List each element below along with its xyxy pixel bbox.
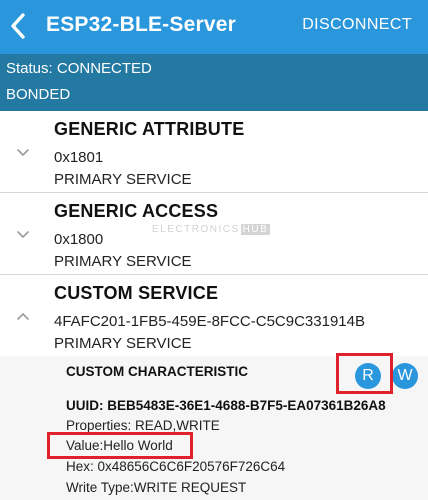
chevron-up-icon	[17, 312, 29, 320]
service-name: GENERIC ACCESS	[54, 201, 219, 221]
characteristic-name: CUSTOM CHARACTERISTIC	[66, 364, 248, 379]
read-highlight-box	[336, 353, 393, 394]
connection-status: Status: CONNECTED	[6, 60, 152, 77]
chevron-left-icon	[11, 13, 25, 39]
service-type: PRIMARY SERVICE	[54, 253, 192, 270]
service-type: PRIMARY SERVICE	[54, 171, 192, 188]
characteristic-hex: Hex: 0x48656C6C6F20576F726C64	[66, 459, 286, 474]
watermark: ELECTRONICS HUB	[152, 224, 271, 235]
app-title: ESP32-BLE-Server	[46, 13, 236, 36]
write-button[interactable]: W	[392, 363, 418, 389]
service-type: PRIMARY SERVICE	[54, 335, 192, 352]
chevron-down-icon	[17, 231, 29, 239]
service-uuid: 0x1800	[54, 231, 104, 248]
watermark-text: ELECTRONICS	[152, 224, 240, 235]
service-uuid: 4FAFC201-1FB5-459E-8FCC-C5C9C331914B	[54, 313, 365, 330]
back-button[interactable]	[6, 10, 32, 42]
service-custom[interactable]: CUSTOM SERVICE 4FAFC201-1FB5-459E-8FCC-C…	[0, 275, 428, 358]
service-uuid: 0x1801	[54, 149, 104, 166]
characteristic-uuid: UUID: BEB5483E-36E1-4688-B7F5-EA07361B26…	[66, 398, 386, 413]
characteristic-write-type: Write Type:WRITE REQUEST	[66, 480, 247, 495]
characteristic-panel: CUSTOM CHARACTERISTIC R W UUID: BEB5483E…	[0, 353, 428, 500]
characteristic-properties: Properties: READ,WRITE	[66, 418, 220, 433]
chevron-down-icon	[17, 149, 29, 157]
watermark-hub: HUB	[240, 224, 271, 235]
service-name: CUSTOM SERVICE	[54, 283, 219, 303]
app-bar: ESP32-BLE-Server DISCONNECT	[0, 0, 428, 54]
service-name: GENERIC ATTRIBUTE	[54, 119, 245, 139]
status-bar: Status: CONNECTED BONDED	[0, 54, 428, 111]
service-generic-attribute[interactable]: GENERIC ATTRIBUTE 0x1801 PRIMARY SERVICE	[0, 111, 428, 193]
value-highlight-box	[47, 432, 193, 459]
bond-status: BONDED	[6, 86, 71, 103]
disconnect-button[interactable]: DISCONNECT	[302, 16, 412, 34]
